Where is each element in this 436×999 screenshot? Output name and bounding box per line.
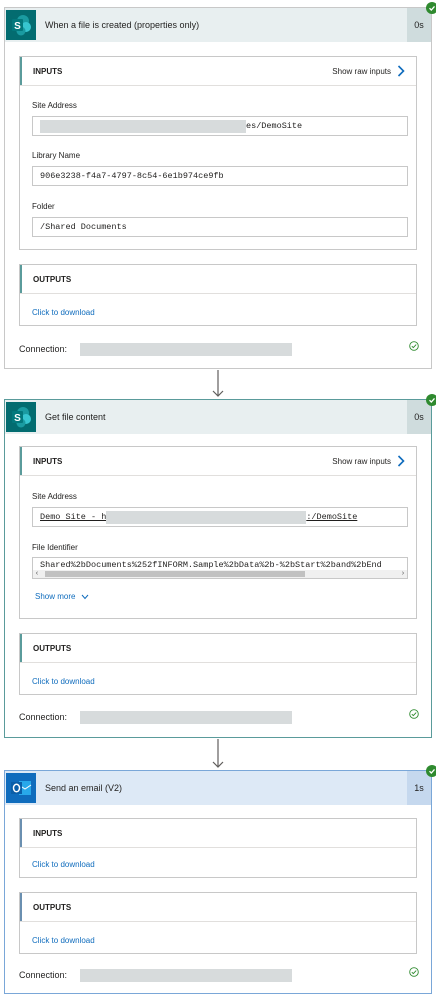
inputs-label: INPUTS	[33, 828, 63, 838]
connection-label: Connection:	[19, 344, 68, 354]
chevron-down-icon	[82, 594, 89, 599]
inputs-section: INPUTS Show raw inputs Site Address es/D…	[19, 56, 417, 250]
file-identifier-label: File Identifier	[32, 543, 78, 552]
click-to-download-link[interactable]: Click to download	[32, 860, 95, 869]
card-header[interactable]: Send an email (V2) 1s	[5, 771, 431, 805]
file-identifier-field[interactable]: Shared%2bDocuments%252fINFORM.Sample%2bD…	[32, 557, 408, 579]
sharepoint-icon: S	[6, 402, 36, 432]
connection-value-redacted	[80, 969, 292, 982]
site-address-field[interactable]: es/DemoSite	[32, 116, 408, 136]
connection-ok-icon	[409, 967, 419, 977]
svg-text:S: S	[14, 413, 21, 424]
site-address-value: es/DemoSite	[246, 121, 303, 131]
library-name-label: Library Name	[32, 151, 81, 160]
connection-ok-icon	[409, 709, 419, 719]
outputs-section: OUTPUTS Click to download	[19, 633, 417, 695]
success-check-icon	[426, 2, 436, 14]
site-address-suffix: :/DemoSite	[306, 512, 358, 522]
show-raw-inputs-label: Show raw inputs	[332, 456, 391, 466]
connection-ok-icon	[409, 341, 419, 351]
scroll-right-icon[interactable]: ›	[399, 570, 407, 578]
file-identifier-value: Shared%2bDocuments%252fINFORM.Sample%2bD…	[40, 560, 382, 570]
outputs-section: OUTPUTS Click to download	[19, 264, 417, 326]
redacted-block	[106, 510, 307, 524]
outlook-icon	[6, 773, 36, 803]
redacted-block	[40, 119, 246, 133]
show-raw-inputs-button[interactable]: Show raw inputs	[332, 447, 405, 475]
connection-value-redacted	[80, 343, 292, 356]
folder-field[interactable]: /Shared Documents	[32, 217, 408, 237]
site-address-label: Site Address	[32, 101, 77, 110]
scroll-left-icon[interactable]: ‹	[33, 570, 41, 578]
click-to-download-link[interactable]: Click to download	[32, 677, 95, 686]
show-more-button[interactable]: Show more	[35, 592, 89, 601]
site-address-prefix: Demo Site - h	[40, 512, 107, 522]
scrollbar-thumb[interactable]	[45, 571, 305, 577]
duration-badge: 0s	[407, 400, 431, 434]
inputs-label: INPUTS	[33, 66, 63, 76]
show-more-label: Show more	[35, 592, 76, 601]
folder-value: /Shared Documents	[40, 222, 127, 232]
inputs-header: INPUTS	[20, 819, 416, 847]
outputs-header: OUTPUTS	[20, 893, 416, 921]
outputs-label: OUTPUTS	[33, 274, 72, 284]
outputs-section: OUTPUTS Click to download	[19, 892, 417, 954]
success-check-icon	[426, 765, 436, 777]
click-to-download-link[interactable]: Click to download	[32, 936, 95, 945]
click-to-download-link[interactable]: Click to download	[32, 308, 95, 317]
library-name-field[interactable]: 906e3238-f4a7-4797-8c54-6e1b974ce9fb	[32, 166, 408, 186]
outputs-label: OUTPUTS	[33, 902, 72, 912]
duration-badge: 0s	[407, 8, 431, 42]
connection-label: Connection:	[19, 712, 68, 722]
card-title: Send an email (V2)	[45, 783, 123, 793]
folder-label: Folder	[32, 202, 55, 211]
outputs-label: OUTPUTS	[33, 643, 72, 653]
inputs-section: INPUTS Show raw inputs Site Address Demo…	[19, 446, 417, 619]
outputs-header: OUTPUTS	[20, 634, 416, 662]
library-name-value: 906e3238-f4a7-4797-8c54-6e1b974ce9fb	[40, 171, 224, 181]
show-raw-inputs-button[interactable]: Show raw inputs	[332, 57, 405, 85]
chevron-right-icon	[397, 65, 405, 77]
inputs-header: INPUTS Show raw inputs	[20, 57, 416, 85]
action-card-get-file-content[interactable]: S Get file content 0s INPUTS Show raw in…	[4, 399, 432, 738]
action-card-send-email[interactable]: Send an email (V2) 1s INPUTS Click to do…	[4, 770, 432, 994]
outputs-header: OUTPUTS	[20, 265, 416, 293]
duration-badge: 1s	[407, 771, 431, 805]
card-title: When a file is created (properties only)	[45, 20, 200, 30]
card-title: Get file content	[45, 412, 106, 422]
inputs-header: INPUTS Show raw inputs	[20, 447, 416, 475]
action-card-when-file-created[interactable]: S When a file is created (properties onl…	[4, 7, 432, 369]
show-raw-inputs-label: Show raw inputs	[332, 66, 391, 76]
horizontal-scrollbar[interactable]: ‹ ›	[33, 570, 407, 578]
flow-arrow-icon	[212, 739, 224, 768]
inputs-label: INPUTS	[33, 456, 63, 466]
site-address-field[interactable]: Demo Site - h :/DemoSite	[32, 507, 408, 527]
connection-value-redacted	[80, 711, 292, 724]
success-check-icon	[426, 394, 436, 406]
card-header[interactable]: S When a file is created (properties onl…	[5, 8, 431, 42]
sharepoint-icon: S	[6, 10, 36, 40]
svg-text:S: S	[14, 21, 21, 32]
flow-arrow-icon	[212, 370, 224, 397]
inputs-section: INPUTS Click to download	[19, 818, 417, 878]
connection-label: Connection:	[19, 970, 68, 980]
site-address-label: Site Address	[32, 492, 77, 501]
card-header[interactable]: S Get file content 0s	[5, 400, 431, 434]
chevron-right-icon	[397, 455, 405, 467]
